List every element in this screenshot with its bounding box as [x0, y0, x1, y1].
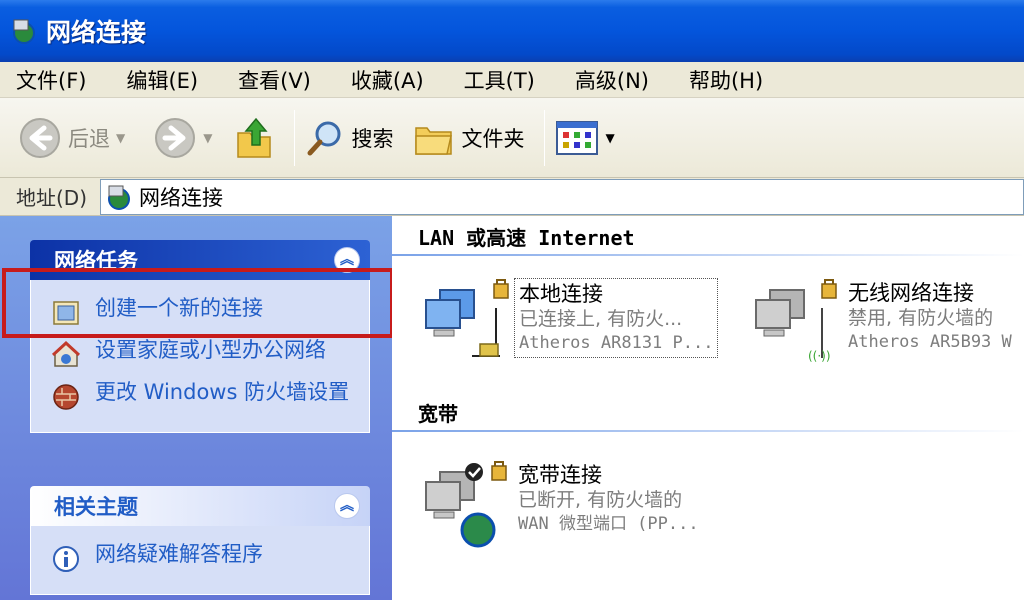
connection-status: 已断开, 有防火墙的 [518, 489, 683, 511]
collapse-icon[interactable]: ︽ [334, 493, 360, 519]
lan-connection-icon [425, 279, 509, 357]
wireless-connection-icon: ((·)) [755, 279, 837, 363]
connection-local[interactable]: 本地连接 已连接上, 有防火... Atheros AR8131 P... [420, 278, 719, 368]
connection-device: WAN 微型端口 (PP... [518, 514, 699, 534]
views-dropdown-icon[interactable]: ▼ [605, 131, 614, 145]
connection-name: 宽带连接 [518, 463, 602, 487]
forward-button[interactable]: ▼ [153, 116, 212, 160]
highlight-annotation [2, 268, 394, 338]
connection-name: 本地连接 [519, 282, 603, 306]
firewall-icon [53, 384, 79, 410]
task-label: 网络疑难解答程序 [95, 542, 263, 566]
connections-view[interactable]: LAN 或高速 Internet 本地连接 已连接上, 有防火... Ather… [392, 216, 1024, 600]
connection-device: Atheros AR5B93 W [848, 332, 1012, 352]
group-header-lan: LAN 或高速 Internet [418, 225, 635, 250]
menu-bar: 文件(F) 编辑(E) 查看(V) 收藏(A) 工具(T) 高级(N) 帮助(H… [0, 62, 1024, 98]
menu-view[interactable]: 查看(V) [232, 63, 317, 97]
address-bar: 地址(D) 网络连接 [0, 178, 1024, 216]
related-topics-title: 相关主题 [54, 495, 138, 519]
task-network-troubleshooter[interactable]: 网络疑难解答程序 [51, 542, 359, 574]
group-divider [392, 254, 1024, 256]
folders-button[interactable]: 文件夹 [413, 118, 524, 158]
group-header-broadband: 宽带 [418, 401, 458, 426]
menu-tools[interactable]: 工具(T) [458, 63, 541, 97]
folders-icon [415, 126, 453, 155]
back-arrow-icon [20, 117, 60, 158]
back-label: 后退 [68, 126, 110, 151]
window-title: 网络连接 [46, 18, 147, 47]
menu-help[interactable]: 帮助(H) [683, 63, 769, 97]
connection-wireless-text: 无线网络连接 禁用, 有防火墙的 Atheros AR5B93 W [844, 278, 1016, 356]
toolbar-separator [294, 109, 296, 166]
broadband-connection-icon [425, 461, 507, 548]
title-bar[interactable]: 网络连接 [0, 0, 1024, 62]
menu-file[interactable]: 文件(F) [10, 63, 92, 97]
connection-broadband-text: 宽带连接 已断开, 有防火墙的 WAN 微型端口 (PP... [514, 460, 703, 538]
task-setup-home-network[interactable]: 设置家庭或小型办公网络 [51, 338, 359, 370]
connection-local-text: 本地连接 已连接上, 有防火... Atheros AR8131 P... [514, 278, 719, 358]
back-dropdown-icon[interactable]: ▼ [116, 131, 125, 145]
menu-edit[interactable]: 编辑(E) [120, 63, 204, 97]
toolbar: 后退 ▼ ▼ 搜索 文件夹 ▼ [0, 98, 1024, 178]
connection-device: Atheros AR8131 P... [519, 333, 714, 353]
connection-wireless[interactable]: ((·)) 无线网络连接 禁用, 有防火墙的 Atheros AR5B93 W [750, 278, 1016, 368]
task-label: 设置家庭或小型办公网络 [95, 338, 326, 362]
up-folder-button[interactable] [234, 115, 274, 161]
forward-dropdown-icon[interactable]: ▼ [203, 131, 212, 145]
info-icon [53, 546, 79, 572]
connection-broadband[interactable]: 宽带连接 已断开, 有防火墙的 WAN 微型端口 (PP... [420, 460, 703, 550]
views-icon [556, 120, 599, 155]
forward-arrow-icon [155, 117, 196, 158]
search-label: 搜索 [351, 126, 394, 151]
address-label: 地址(D) [16, 186, 88, 210]
folders-label: 文件夹 [461, 126, 525, 151]
search-icon [307, 121, 341, 155]
connection-status: 已连接上, 有防火... [519, 308, 683, 330]
home-network-icon [51, 340, 81, 367]
menu-advanced[interactable]: 高级(N) [569, 63, 655, 97]
up-folder-icon [237, 117, 272, 158]
task-change-firewall[interactable]: 更改 Windows 防火墙设置 [51, 380, 359, 412]
group-divider [392, 430, 1024, 432]
menu-favorites[interactable]: 收藏(A) [345, 63, 430, 97]
back-button[interactable]: 后退 ▼ [18, 116, 125, 160]
views-button[interactable]: ▼ [555, 120, 615, 156]
svg-text:((·)): ((·)) [808, 349, 831, 363]
network-connections-icon [13, 19, 35, 44]
related-topics-panel: 相关主题 ︽ 网络疑难解答程序 [30, 486, 370, 595]
connection-status: 禁用, 有防火墙的 [848, 307, 994, 329]
toolbar-separator-2 [544, 109, 546, 166]
address-input[interactable]: 网络连接 [100, 178, 1024, 215]
task-label: 更改 Windows 防火墙设置 [95, 380, 350, 404]
network-connections-icon [108, 185, 130, 210]
search-button[interactable]: 搜索 [305, 118, 393, 158]
related-topics-header[interactable]: 相关主题 ︽ [30, 486, 370, 526]
connection-name: 无线网络连接 [848, 281, 974, 305]
related-topics-body: 网络疑难解答程序 [30, 526, 370, 595]
address-value: 网络连接 [139, 185, 223, 210]
